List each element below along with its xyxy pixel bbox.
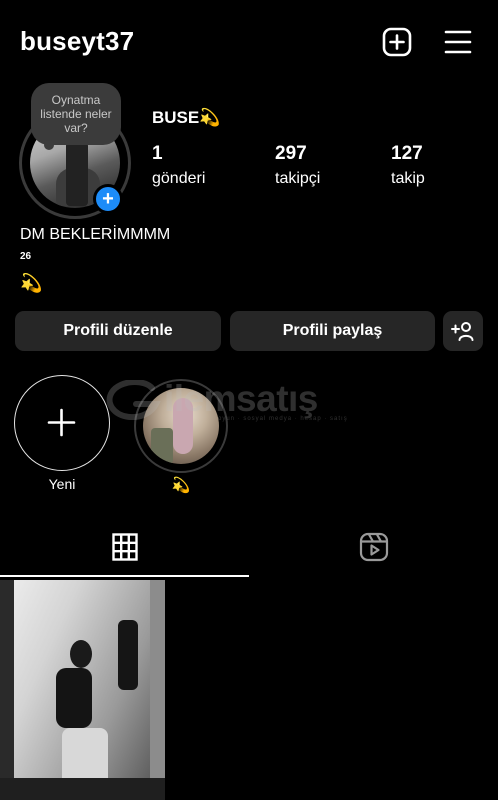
top-bar: buseyt37 bbox=[0, 0, 498, 84]
display-name: BUSE💫 bbox=[152, 108, 221, 127]
discover-people-button[interactable] bbox=[443, 311, 483, 351]
bio-line-3: 💫 bbox=[20, 273, 43, 293]
stat-following[interactable]: 127 takip bbox=[391, 143, 425, 188]
stat-posts[interactable]: 1 gönderi bbox=[152, 143, 205, 188]
tab-grid[interactable] bbox=[0, 518, 249, 576]
username[interactable]: buseyt37 bbox=[20, 26, 134, 57]
reels-icon bbox=[359, 532, 388, 562]
menu-icon[interactable] bbox=[442, 26, 474, 58]
note-bubble[interactable]: Oynatma listende neler var? bbox=[31, 83, 121, 145]
note-bubble-tail bbox=[44, 140, 54, 150]
edit-profile-button[interactable]: Profili düzenle bbox=[15, 311, 221, 351]
stat-followers[interactable]: 297 takipçi bbox=[275, 143, 320, 188]
stat-posts-label: gönderi bbox=[152, 170, 206, 187]
plus-icon bbox=[47, 408, 76, 437]
new-highlight-label: Yeni bbox=[48, 476, 76, 492]
new-highlight-button[interactable] bbox=[14, 375, 110, 471]
highlight-cover bbox=[143, 388, 219, 464]
stat-followers-count: 297 bbox=[275, 143, 307, 164]
stat-followers-label: takipçi bbox=[275, 170, 321, 187]
post-thumbnail[interactable] bbox=[0, 580, 165, 800]
tab-active-indicator bbox=[0, 575, 249, 577]
stat-following-count: 127 bbox=[391, 143, 423, 164]
add-person-icon bbox=[451, 322, 474, 341]
highlight-item[interactable] bbox=[134, 379, 228, 473]
tab-reels[interactable] bbox=[249, 518, 498, 576]
add-post-icon[interactable] bbox=[381, 26, 413, 58]
watermark-subtext: oyun · sosyal medya · hesap · satış bbox=[218, 416, 348, 422]
grid-icon bbox=[111, 533, 138, 561]
share-profile-button[interactable]: Profili paylaş bbox=[230, 311, 435, 351]
bio-line-1: DM BEKLERİMMMM bbox=[20, 226, 171, 243]
highlight-label: 💫 bbox=[171, 477, 191, 494]
add-story-plus-icon[interactable]: + bbox=[93, 184, 123, 214]
bio-line-2: 26 bbox=[20, 251, 32, 262]
stat-following-label: takip bbox=[391, 170, 425, 187]
stat-posts-count: 1 bbox=[152, 143, 163, 164]
